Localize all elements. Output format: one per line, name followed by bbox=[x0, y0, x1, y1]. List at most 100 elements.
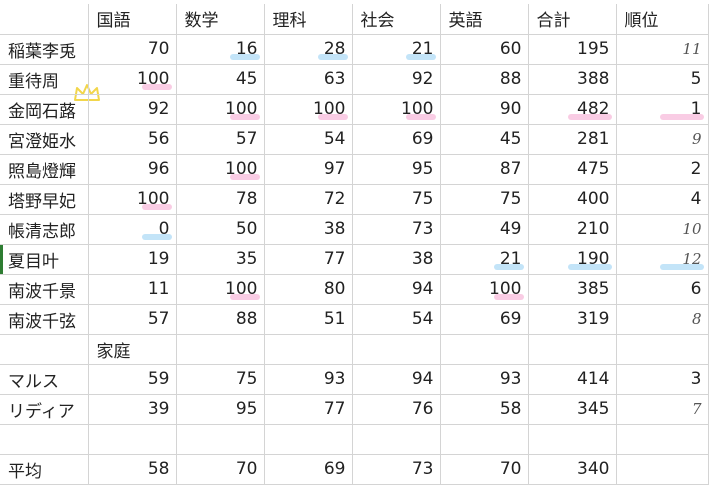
student-name-cell[interactable]: 照島燈輝 bbox=[0, 154, 89, 185]
score-cell[interactable]: 95 bbox=[176, 394, 265, 425]
average-cell[interactable]: 73 bbox=[352, 454, 441, 485]
score-cell[interactable]: 96 bbox=[88, 154, 177, 185]
column-header[interactable]: 英語 bbox=[440, 4, 529, 35]
score-cell[interactable]: 400 bbox=[528, 184, 617, 215]
score-cell[interactable]: 100 bbox=[176, 94, 265, 125]
score-cell[interactable]: 21 bbox=[440, 244, 529, 275]
rank-cell[interactable]: 7 bbox=[616, 394, 709, 425]
score-cell[interactable]: 57 bbox=[88, 304, 177, 335]
score-cell[interactable]: 88 bbox=[440, 64, 529, 95]
score-cell[interactable]: 76 bbox=[352, 394, 441, 425]
empty-cell[interactable] bbox=[176, 334, 265, 365]
score-cell[interactable]: 93 bbox=[264, 364, 353, 395]
student-name-cell[interactable]: マルス bbox=[0, 364, 89, 395]
empty-cell[interactable] bbox=[352, 424, 441, 455]
score-cell[interactable]: 45 bbox=[440, 124, 529, 155]
score-cell[interactable]: 482 bbox=[528, 94, 617, 125]
score-cell[interactable]: 195 bbox=[528, 34, 617, 65]
score-cell[interactable]: 87 bbox=[440, 154, 529, 185]
score-cell[interactable]: 90 bbox=[440, 94, 529, 125]
average-cell[interactable]: 58 bbox=[88, 454, 177, 485]
score-cell[interactable]: 16 bbox=[176, 34, 265, 65]
empty-cell[interactable] bbox=[440, 424, 529, 455]
score-cell[interactable]: 95 bbox=[352, 154, 441, 185]
score-cell[interactable]: 73 bbox=[352, 214, 441, 245]
score-cell[interactable]: 100 bbox=[264, 94, 353, 125]
student-name-cell[interactable]: 夏目叶 bbox=[0, 244, 89, 275]
score-cell[interactable]: 100 bbox=[88, 184, 177, 215]
score-cell[interactable]: 475 bbox=[528, 154, 617, 185]
rank-cell[interactable]: 9 bbox=[616, 124, 709, 155]
student-name-cell[interactable]: 南波千弦 bbox=[0, 304, 89, 335]
score-cell[interactable]: 100 bbox=[176, 274, 265, 305]
score-cell[interactable]: 19 bbox=[88, 244, 177, 275]
score-cell[interactable]: 75 bbox=[176, 364, 265, 395]
student-name-cell[interactable]: 塔野早妃 bbox=[0, 184, 89, 215]
score-cell[interactable]: 94 bbox=[352, 364, 441, 395]
column-header[interactable]: 数学 bbox=[176, 4, 265, 35]
score-cell[interactable]: 72 bbox=[264, 184, 353, 215]
empty-cell[interactable] bbox=[528, 424, 617, 455]
rank-cell[interactable]: 11 bbox=[616, 34, 709, 65]
score-cell[interactable]: 190 bbox=[528, 244, 617, 275]
section-label[interactable]: 家庭 bbox=[88, 334, 177, 365]
score-cell[interactable]: 345 bbox=[528, 394, 617, 425]
score-cell[interactable]: 210 bbox=[528, 214, 617, 245]
score-cell[interactable]: 77 bbox=[264, 244, 353, 275]
column-header[interactable] bbox=[0, 4, 89, 35]
empty-cell[interactable] bbox=[440, 334, 529, 365]
score-cell[interactable]: 69 bbox=[440, 304, 529, 335]
score-cell[interactable]: 69 bbox=[352, 124, 441, 155]
empty-cell[interactable] bbox=[176, 424, 265, 455]
score-cell[interactable]: 50 bbox=[176, 214, 265, 245]
score-cell[interactable]: 75 bbox=[352, 184, 441, 215]
score-cell[interactable]: 88 bbox=[176, 304, 265, 335]
empty-cell[interactable] bbox=[0, 424, 89, 455]
score-cell[interactable]: 38 bbox=[264, 214, 353, 245]
empty-cell[interactable] bbox=[616, 424, 709, 455]
score-cell[interactable]: 28 bbox=[264, 34, 353, 65]
score-cell[interactable]: 100 bbox=[440, 274, 529, 305]
score-cell[interactable]: 77 bbox=[264, 394, 353, 425]
rank-cell[interactable]: 2 bbox=[616, 154, 709, 185]
column-header[interactable]: 社会 bbox=[352, 4, 441, 35]
average-cell[interactable]: 70 bbox=[440, 454, 529, 485]
score-cell[interactable]: 388 bbox=[528, 64, 617, 95]
student-name-cell[interactable]: リディア bbox=[0, 394, 89, 425]
score-cell[interactable]: 49 bbox=[440, 214, 529, 245]
empty-cell[interactable] bbox=[264, 424, 353, 455]
column-header[interactable]: 理科 bbox=[264, 4, 353, 35]
score-cell[interactable]: 45 bbox=[176, 64, 265, 95]
score-cell[interactable]: 94 bbox=[352, 274, 441, 305]
score-cell[interactable]: 60 bbox=[440, 34, 529, 65]
score-cell[interactable]: 78 bbox=[176, 184, 265, 215]
score-cell[interactable]: 92 bbox=[88, 94, 177, 125]
average-cell[interactable]: 70 bbox=[176, 454, 265, 485]
score-cell[interactable]: 57 bbox=[176, 124, 265, 155]
empty-cell[interactable] bbox=[352, 334, 441, 365]
score-cell[interactable]: 100 bbox=[88, 64, 177, 95]
score-cell[interactable]: 75 bbox=[440, 184, 529, 215]
score-cell[interactable]: 100 bbox=[176, 154, 265, 185]
score-cell[interactable]: 281 bbox=[528, 124, 617, 155]
average-cell[interactable]: 69 bbox=[264, 454, 353, 485]
rank-cell[interactable]: 10 bbox=[616, 214, 709, 245]
rank-cell[interactable]: 5 bbox=[616, 64, 709, 95]
score-cell[interactable]: 100 bbox=[352, 94, 441, 125]
student-name-cell[interactable]: 南波千景 bbox=[0, 274, 89, 305]
student-name-cell[interactable]: 稲葉李兎 bbox=[0, 34, 89, 65]
column-header[interactable]: 合計 bbox=[528, 4, 617, 35]
score-cell[interactable]: 38 bbox=[352, 244, 441, 275]
rank-cell[interactable]: 1 bbox=[616, 94, 709, 125]
column-header[interactable]: 順位 bbox=[616, 4, 709, 35]
score-cell[interactable]: 0 bbox=[88, 214, 177, 245]
empty-cell[interactable] bbox=[264, 334, 353, 365]
rank-cell[interactable]: 4 bbox=[616, 184, 709, 215]
average-label[interactable]: 平均 bbox=[0, 454, 89, 485]
score-cell[interactable]: 92 bbox=[352, 64, 441, 95]
rank-cell[interactable]: 3 bbox=[616, 364, 709, 395]
column-header[interactable]: 国語 bbox=[88, 4, 177, 35]
score-cell[interactable]: 63 bbox=[264, 64, 353, 95]
rank-cell[interactable]: 12 bbox=[616, 244, 709, 275]
score-cell[interactable]: 21 bbox=[352, 34, 441, 65]
